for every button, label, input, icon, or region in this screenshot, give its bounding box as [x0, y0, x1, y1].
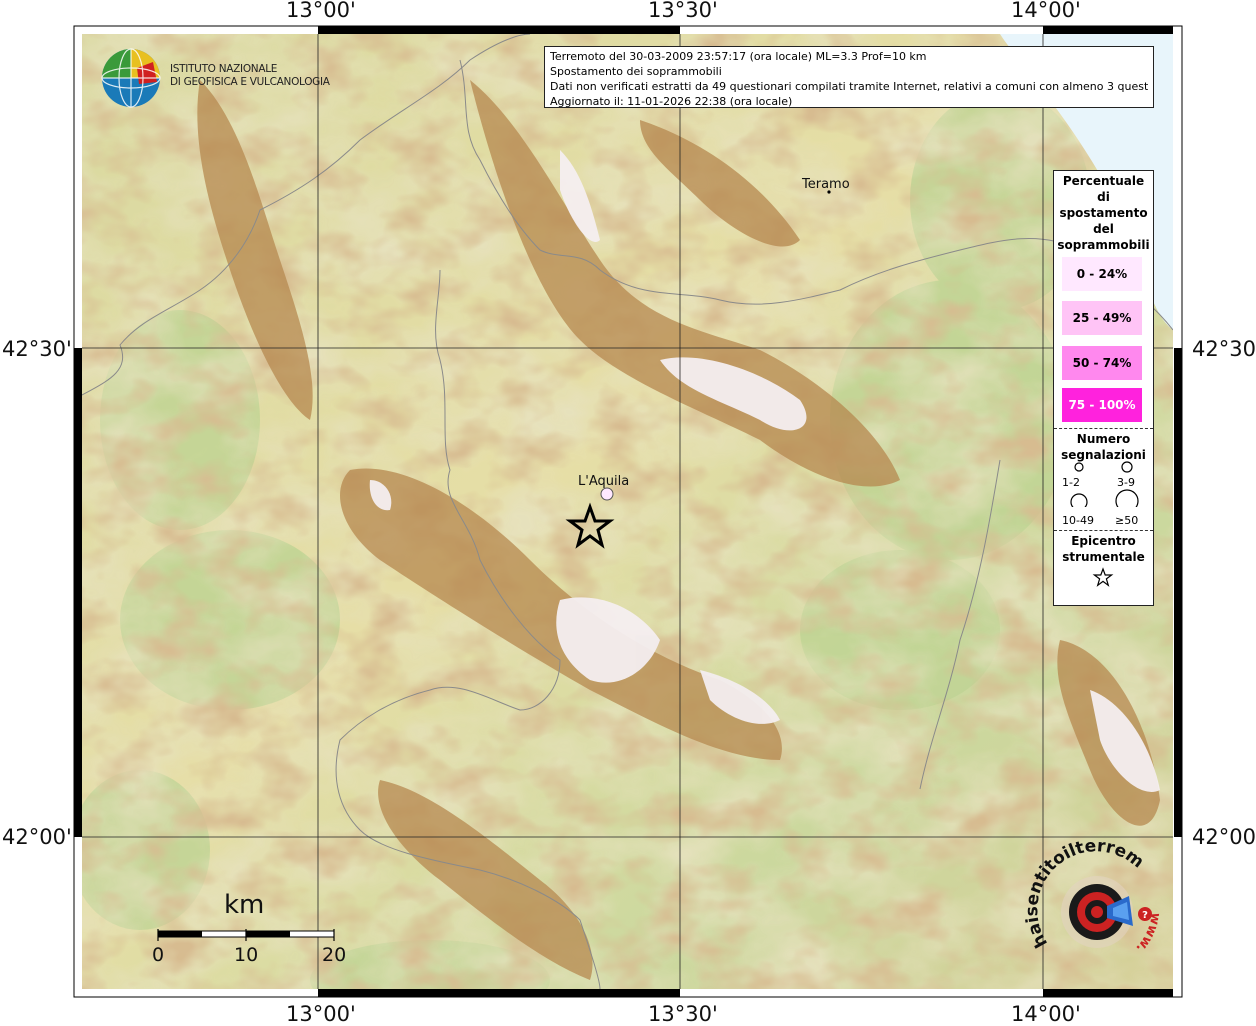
legend-title: Percentuale di spostamento del soprammob…: [1054, 173, 1153, 253]
legend-title-line: del: [1093, 222, 1114, 236]
legend-class-75-100: 75 - 100%: [1062, 388, 1142, 422]
event-info-line2: Spostamento dei soprammobili: [550, 65, 722, 78]
scale-bar-graphic: [157, 929, 335, 941]
scale-label-0: 0: [152, 944, 165, 966]
report-marker-laquila[interactable]: [600, 487, 614, 501]
legend-title-line: Percentuale: [1062, 174, 1145, 188]
count-symbol-small: [1074, 462, 1084, 472]
legend-star-icon: [1092, 567, 1114, 587]
count-label-50-plus: ≥50: [1115, 514, 1139, 527]
legend-epicenter-title-line: Epicentro: [1071, 534, 1136, 548]
lon-label-bottom-1330: 13°30': [648, 1002, 718, 1026]
legend-count-title-line: Numero: [1076, 432, 1131, 446]
legend-epicenter-title-line: strumentale: [1062, 550, 1145, 564]
legend-divider: [1054, 428, 1153, 429]
place-label-laquila: L'Aquila: [578, 474, 630, 489]
legend-title-line: spostamento: [1059, 206, 1148, 220]
lon-label-top-1300: 13°00': [286, 0, 356, 22]
count-label-3-9: 3-9: [1117, 476, 1135, 489]
event-info-box: Terremoto del 30-03-2009 23:57:17 (ora l…: [544, 46, 1154, 108]
legend-title-line: di: [1097, 190, 1110, 204]
count-label-1-2: 1-2: [1062, 476, 1080, 489]
lat-label-left-4200: 42°00': [2, 825, 72, 849]
place-label-teramo: Teramo: [802, 177, 850, 192]
lat-label-left-4230: 42°30': [2, 337, 72, 361]
scale-bar: km 0 10 20: [150, 888, 360, 970]
legend-class-25-49: 25 - 49%: [1062, 301, 1142, 335]
legend-divider: [1054, 530, 1153, 531]
lat-label-right-4200: 42°00': [1192, 825, 1256, 849]
count-symbol-medium: [1121, 461, 1133, 473]
count-label-10-49: 10-49: [1062, 514, 1094, 527]
institute-name-line2: DI GEOFISICA E VULCANOLOGIA: [170, 76, 330, 88]
count-symbol-large: [1070, 493, 1088, 507]
lon-label-bottom-1300: 13°00': [286, 1002, 356, 1026]
lon-label-top-1400: 14°00': [1011, 0, 1081, 22]
event-info-line1: Terremoto del 30-03-2009 23:57:17 (ora l…: [550, 50, 927, 63]
lon-label-top-1330: 13°30': [648, 0, 718, 22]
ingv-globe-icon: [101, 48, 161, 108]
scale-unit: km: [224, 890, 265, 920]
institute-name-line1: ISTITUTO NAZIONALE: [170, 63, 278, 75]
lat-label-right-4230: 42°30': [1192, 337, 1256, 361]
legend-panel: Percentuale di spostamento del soprammob…: [1053, 170, 1154, 606]
legend-title-line: soprammobili: [1057, 238, 1150, 252]
count-symbol-xlarge: [1115, 489, 1139, 507]
scale-label-10: 10: [234, 944, 259, 966]
legend-epicenter-title: Epicentro strumentale: [1054, 533, 1153, 565]
legend-class-50-74: 50 - 74%: [1062, 346, 1142, 380]
event-info-line4: Aggiornato il: 11-01-2026 22:38 (ora loc…: [550, 95, 793, 108]
scale-label-20: 20: [322, 944, 347, 966]
institute-name: ISTITUTO NAZIONALE DI GEOFISICA E VULCAN…: [170, 63, 330, 89]
event-info-line3: Dati non verificati estratti da 49 quest…: [550, 80, 1148, 93]
legend-class-0-24: 0 - 24%: [1062, 257, 1142, 291]
lon-label-bottom-1400: 14°00': [1011, 1002, 1081, 1026]
